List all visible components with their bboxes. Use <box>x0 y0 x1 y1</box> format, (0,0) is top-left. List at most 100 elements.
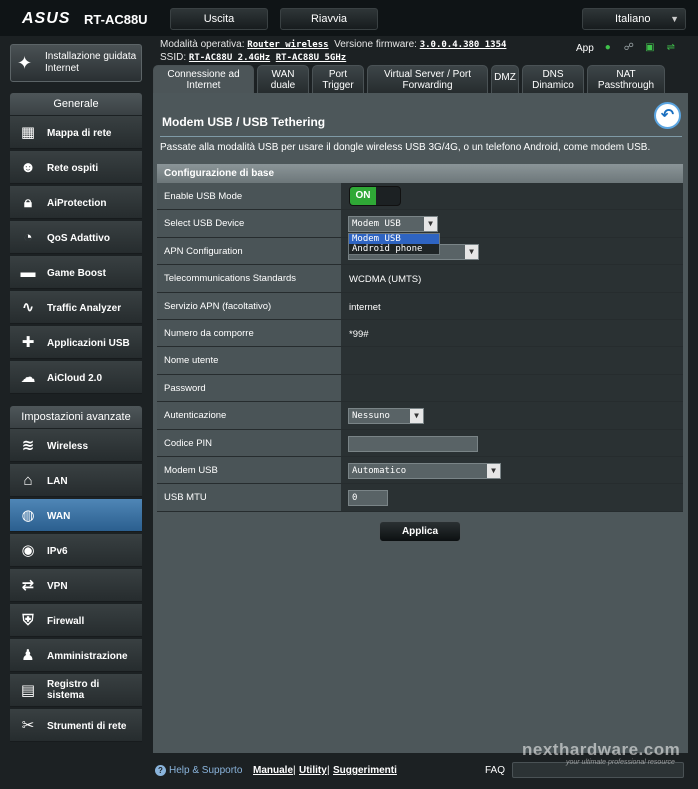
tab-port-trigger[interactable]: Port Trigger <box>312 65 364 93</box>
sidebar-item-firewall[interactable]: ⛨ Firewall <box>10 604 142 637</box>
sidebar-item-wireless[interactable]: ≋ Wireless <box>10 429 142 462</box>
operation-mode-line: Modalità operativa: Router wireless Vers… <box>160 39 506 50</box>
title-divider <box>160 136 682 137</box>
logout-button[interactable]: Uscita <box>170 8 268 30</box>
apn-service-label: Servizio APN (facoltativo) <box>157 292 341 319</box>
cloud-icon: ☁ <box>20 369 36 386</box>
row-telecom-standard: Telecommunications Standards WCDMA (UMTS… <box>157 265 683 293</box>
authentication-select[interactable]: Nessuno ▼ <box>348 408 424 425</box>
usb-device-select[interactable]: Modem USB ▼ <box>348 216 438 233</box>
reboot-button[interactable]: Riavvia <box>280 8 378 30</box>
shield-icon: ⛨ <box>22 612 34 629</box>
row-usb-modem: Modem USB Automatico ▼ <box>157 456 683 485</box>
tab-nat-passthrough[interactable]: NAT Passthrough <box>587 65 665 93</box>
ssid-24ghz-link[interactable]: RT-AC88U_2.4GHz <box>189 53 270 63</box>
page-title: Modem USB / USB Tethering <box>162 115 326 129</box>
home-icon: ⌂ <box>23 472 33 489</box>
suggestions-link[interactable]: Suggerimenti <box>333 765 397 776</box>
apn-service-value: internet <box>349 301 381 313</box>
network-map-icon: ▦ <box>20 124 36 141</box>
ipv6-icon: ◉ <box>21 542 35 559</box>
globe-icon: ◍ <box>21 507 35 524</box>
sidebar-item-qos[interactable]: ◔ QoS Adattivo <box>10 221 142 254</box>
quick-setup-button[interactable]: ✦ Installazione guidata Internet <box>10 44 142 82</box>
sidebar-item-vpn[interactable]: ⇄ VPN <box>10 569 142 602</box>
usb-mtu-input[interactable]: 0 <box>348 490 388 507</box>
usb-modem-select[interactable]: Automatico ▼ <box>348 462 501 479</box>
status-icons: App ● ☍ ▣ ⇌ <box>576 42 678 54</box>
back-button[interactable]: ↶ <box>654 102 681 129</box>
ssid-5ghz-link[interactable]: RT-AC88U_5GHz <box>276 53 346 63</box>
usb-mtu-label: USB MTU <box>157 484 341 511</box>
authentication-label: Autenticazione <box>157 402 341 429</box>
wifi-icon: ≋ <box>21 437 35 454</box>
sidebar-item-game-boost[interactable]: ▬ Game Boost <box>10 256 142 289</box>
tab-internet-connection[interactable]: Connessione ad Internet <box>153 65 254 93</box>
clients-icon[interactable]: ☍ <box>622 42 636 54</box>
row-authentication: Autenticazione Nessuno ▼ <box>157 402 683 430</box>
quick-setup-label: Installazione guidata Internet <box>45 51 137 74</box>
app-label[interactable]: App <box>576 43 594 54</box>
sidebar-item-system-log[interactable]: ▤ Registro di sistema <box>10 674 142 707</box>
footer-separator: | <box>327 765 330 776</box>
sidebar-item-administration[interactable]: ♟ Amministrazione <box>10 639 142 672</box>
magic-wand-icon: ✦ <box>17 53 33 73</box>
ssid-line: SSID: RT-AC88U_2.4GHz RT-AC88U_5GHz <box>160 52 346 63</box>
chevron-down-icon: ▼ <box>424 217 437 232</box>
tab-dmz[interactable]: DMZ <box>491 65 519 93</box>
pin-input[interactable] <box>348 435 478 452</box>
mode-label: Modalità operativa: <box>160 39 245 50</box>
network-status-icon[interactable]: ▣ <box>643 42 657 54</box>
model-name: RT-AC88U <box>84 12 148 27</box>
usb-icon[interactable]: ⇌ <box>664 42 678 54</box>
sidebar-item-traffic-analyzer[interactable]: ∿ Traffic Analyzer <box>10 291 142 324</box>
watermark: nexthardware.com <box>522 740 681 759</box>
row-username: Nome utente <box>157 347 683 375</box>
sidebar-item-network-tools[interactable]: ✂ Strumenti di rete <box>10 709 142 742</box>
help-support-link[interactable]: ? Help & Supporto <box>155 765 242 776</box>
dial-number-value: *99# <box>349 328 369 340</box>
dropdown-option-android-phone[interactable]: Android phone <box>349 244 439 254</box>
lock-icon: 🔒︎ <box>24 194 32 211</box>
watermark-tagline: your ultimate professional resource <box>566 759 675 766</box>
dropdown-option-modem-usb[interactable]: Modem USB <box>349 234 439 244</box>
general-section-title: Generale <box>10 93 142 115</box>
row-password: Password <box>157 374 683 403</box>
language-select[interactable]: Italiano ▼ <box>582 8 686 30</box>
gauge-icon: ◔ <box>23 229 33 246</box>
internet-status-icon[interactable]: ● <box>601 42 615 54</box>
guests-icon: ☻ <box>20 159 36 176</box>
firmware-link[interactable]: 3.0.0.4.380_1354 <box>420 40 507 50</box>
manual-link[interactable]: Manuale <box>253 765 293 776</box>
row-enable-usb: Enable USB Mode ON <box>157 183 683 211</box>
utility-link[interactable]: Utility <box>299 765 327 776</box>
usb-mode-toggle[interactable]: ON <box>349 186 401 206</box>
tab-virtual-server[interactable]: Virtual Server / Port Forwarding <box>367 65 488 93</box>
section-header: Configurazione di base <box>157 164 683 183</box>
row-apn-service: Servizio APN (facoltativo) internet <box>157 292 683 320</box>
faq-label: FAQ <box>485 765 506 776</box>
usb-device-dropdown-list: Modem USB Android phone <box>348 233 440 255</box>
mode-link[interactable]: Router wireless <box>247 40 328 50</box>
sidebar-item-network-map[interactable]: ▦ Mappa di rete <box>10 116 142 149</box>
sidebar-item-ipv6[interactable]: ◉ IPv6 <box>10 534 142 567</box>
sidebar-item-wan[interactable]: ◍ WAN <box>10 499 142 532</box>
sidebar-item-aicloud[interactable]: ☁ AiCloud 2.0 <box>10 361 142 394</box>
chart-icon: ∿ <box>21 299 35 316</box>
telecom-standard-label: Telecommunications Standards <box>157 265 341 292</box>
page-description: Passate alla modalità USB per usare il d… <box>160 142 651 153</box>
document-icon: ▤ <box>20 682 36 699</box>
tools-icon: ✂ <box>21 717 35 734</box>
row-usb-mtu: USB MTU 0 <box>157 484 683 512</box>
puzzle-icon: ✚ <box>21 334 35 351</box>
sidebar-item-lan[interactable]: ⌂ LAN <box>10 464 142 497</box>
sidebar-item-usb-apps[interactable]: ✚ Applicazioni USB <box>10 326 142 359</box>
sidebar-item-aiprotection[interactable]: 🔒︎ AiProtection <box>10 186 142 219</box>
sidebar-item-guest-network[interactable]: ☻ Rete ospiti <box>10 151 142 184</box>
apply-button[interactable]: Applica <box>379 521 461 542</box>
chevron-down-icon: ▼ <box>410 409 423 424</box>
tab-dual-wan[interactable]: WAN duale <box>257 65 309 93</box>
tab-ddns[interactable]: DNS Dinamico <box>522 65 584 93</box>
firmware-label: Versione firmware: <box>334 39 417 50</box>
back-arrow-icon: ↶ <box>660 107 675 124</box>
